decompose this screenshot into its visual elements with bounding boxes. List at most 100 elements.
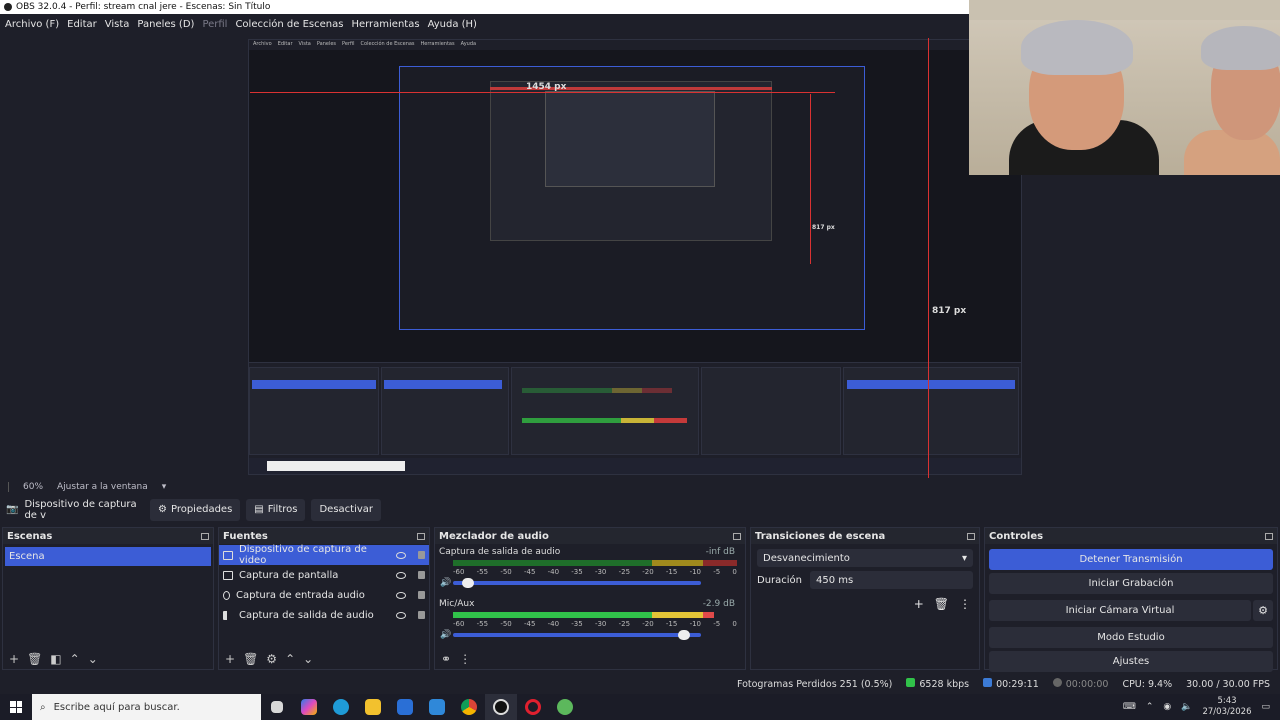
trash-icon[interactable]: 🗑 bbox=[934, 597, 949, 611]
dock-menu-icon[interactable] bbox=[417, 532, 425, 540]
start-virtual-cam-button[interactable]: Iniciar Cámara Virtual bbox=[989, 600, 1251, 621]
gear-icon: ⚙ bbox=[158, 504, 167, 515]
studio-mode-button[interactable]: Modo Estudio bbox=[989, 627, 1273, 648]
trash-icon[interactable]: 🗑 bbox=[27, 652, 42, 666]
add-icon[interactable]: + bbox=[225, 652, 235, 666]
arrow-up-icon[interactable]: ⌃ bbox=[285, 652, 295, 666]
lock-icon[interactable] bbox=[418, 551, 425, 559]
menu-scene-collection[interactable]: Colección de Escenas bbox=[232, 19, 346, 30]
eye-icon[interactable] bbox=[396, 611, 406, 619]
arrow-down-icon[interactable]: ⌄ bbox=[303, 652, 313, 666]
eye-icon[interactable] bbox=[396, 571, 406, 579]
lock-icon[interactable] bbox=[418, 611, 425, 619]
meter-tick-label: -25 bbox=[618, 620, 631, 628]
speaker-icon[interactable]: 🔊 bbox=[440, 578, 451, 588]
menu-docks[interactable]: Paneles (D) bbox=[134, 19, 197, 30]
store-icon[interactable] bbox=[389, 694, 421, 720]
dock-menu-icon[interactable] bbox=[967, 532, 975, 540]
start-recording-button[interactable]: Iniciar Grabación bbox=[989, 573, 1273, 594]
volume-knob[interactable] bbox=[461, 578, 474, 588]
sources-dock: Fuentes Dispositivo de captura de video … bbox=[218, 527, 430, 670]
source-label: Captura de pantalla bbox=[239, 569, 339, 581]
app-green-icon[interactable] bbox=[549, 694, 581, 720]
arrow-up-icon[interactable]: ⌃ bbox=[70, 652, 80, 666]
eye-icon[interactable] bbox=[396, 551, 406, 559]
zoom-fit-label[interactable]: Ajustar a la ventana bbox=[57, 482, 148, 492]
chrome-icon[interactable] bbox=[453, 694, 485, 720]
measure-height-label: 817 px bbox=[932, 306, 967, 316]
meter-tick-label: -55 bbox=[476, 620, 489, 628]
gear-icon[interactable]: ⚙ bbox=[1253, 600, 1273, 621]
meter-tick-label: -50 bbox=[500, 620, 512, 628]
add-icon[interactable]: + bbox=[9, 652, 19, 666]
mixer-channel-db: -2.9 dB bbox=[702, 599, 735, 609]
obs-icon[interactable] bbox=[485, 694, 517, 720]
add-icon[interactable]: + bbox=[914, 597, 924, 611]
transition-select[interactable]: Desvanecimiento ▾ bbox=[757, 549, 973, 567]
taskbar-search[interactable]: ⌕ Escribe aquí para buscar. bbox=[32, 694, 261, 720]
source-item-audio-input[interactable]: Captura de entrada audio bbox=[219, 585, 429, 605]
explorer-icon[interactable] bbox=[357, 694, 389, 720]
preview-canvas[interactable]: Archivo Editar Vista Paneles Perfil Colección… bbox=[248, 39, 1022, 475]
dock-menu-icon[interactable] bbox=[1265, 532, 1273, 540]
dock-menu-icon[interactable] bbox=[733, 532, 741, 540]
zoom-separator bbox=[8, 482, 9, 492]
volume-icon[interactable]: 🔈 bbox=[1181, 702, 1192, 712]
more-icon[interactable]: ⋮ bbox=[959, 597, 971, 611]
edge-icon[interactable] bbox=[325, 694, 357, 720]
chevron-up-icon[interactable]: ⌃ bbox=[1146, 702, 1154, 712]
menu-profile[interactable]: Perfil bbox=[199, 19, 230, 30]
duration-input[interactable]: 450 ms bbox=[810, 571, 973, 589]
source-item-screen-capture[interactable]: Captura de pantalla bbox=[219, 565, 429, 585]
meter-tick-label: -20 bbox=[642, 620, 654, 628]
meter-tick-label: -45 bbox=[523, 568, 536, 576]
taskbar-clock[interactable]: 5:43 27/03/2026 bbox=[1202, 696, 1251, 718]
menu-tools[interactable]: Herramientas bbox=[348, 19, 422, 30]
controls-body: Detener Transmisión Iniciar Grabación In… bbox=[985, 546, 1277, 675]
arrow-down-icon[interactable]: ⌄ bbox=[88, 652, 98, 666]
start-button[interactable] bbox=[0, 694, 32, 720]
menu-file[interactable]: Archivo (F) bbox=[2, 19, 62, 30]
network-icon[interactable]: ◉ bbox=[1163, 702, 1171, 712]
deactivate-button[interactable]: Desactivar bbox=[311, 498, 382, 521]
sources-toolbar: + 🗑 ⚙ ⌃ ⌄ bbox=[219, 649, 429, 669]
link-icon[interactable]: ⚭ bbox=[441, 652, 451, 666]
volume-knob[interactable] bbox=[677, 630, 690, 640]
zoom-level[interactable]: 60% bbox=[23, 482, 43, 492]
notification-icon[interactable]: ▭ bbox=[1261, 702, 1270, 712]
zoom-dropdown-icon[interactable]: ▾ bbox=[162, 482, 167, 492]
source-item-video-capture[interactable]: Dispositivo de captura de video bbox=[219, 544, 429, 566]
source-item-audio-output[interactable]: Captura de salida de audio bbox=[219, 605, 429, 625]
meter-tick-label: -5 bbox=[713, 568, 721, 576]
meter-tick-label: -20 bbox=[642, 568, 654, 576]
volume-slider[interactable] bbox=[453, 630, 701, 640]
clock-time: 5:43 bbox=[1217, 696, 1237, 706]
keyboard-icon[interactable]: ⌨ bbox=[1123, 702, 1136, 712]
trash-icon[interactable]: 🗑 bbox=[243, 652, 258, 666]
volume-slider[interactable] bbox=[453, 578, 701, 588]
menu-help[interactable]: Ayuda (H) bbox=[425, 19, 480, 30]
filters-button[interactable]: ▤ Filtros bbox=[246, 498, 306, 521]
mail-icon[interactable] bbox=[421, 694, 453, 720]
opera-icon[interactable] bbox=[517, 694, 549, 720]
scene-item[interactable]: Escena bbox=[5, 547, 211, 566]
more-icon[interactable]: ⋮ bbox=[459, 652, 471, 666]
context-source: 📷 Dispositivo de captura de v bbox=[6, 499, 144, 521]
duration-row: Duración 450 ms bbox=[757, 571, 973, 589]
properties-button[interactable]: ⚙ Propiedades bbox=[150, 498, 241, 521]
eye-icon[interactable] bbox=[396, 591, 406, 599]
menu-view[interactable]: Vista bbox=[102, 19, 133, 30]
task-view-icon[interactable] bbox=[261, 694, 293, 720]
nested-mixer-dock bbox=[511, 367, 699, 455]
settings-button[interactable]: Ajustes bbox=[989, 651, 1273, 672]
dock-menu-icon[interactable] bbox=[201, 532, 209, 540]
menu-edit[interactable]: Editar bbox=[64, 19, 100, 30]
stop-stream-button[interactable]: Detener Transmisión bbox=[989, 549, 1273, 570]
filter-icon[interactable]: ◧ bbox=[50, 652, 61, 666]
lock-icon[interactable] bbox=[418, 571, 425, 579]
lock-icon[interactable] bbox=[418, 591, 425, 599]
copilot-icon[interactable] bbox=[293, 694, 325, 720]
gear-icon[interactable]: ⚙ bbox=[266, 652, 277, 666]
bitrate-status: 6528 kbps bbox=[906, 678, 969, 690]
speaker-icon[interactable]: 🔊 bbox=[440, 630, 451, 640]
